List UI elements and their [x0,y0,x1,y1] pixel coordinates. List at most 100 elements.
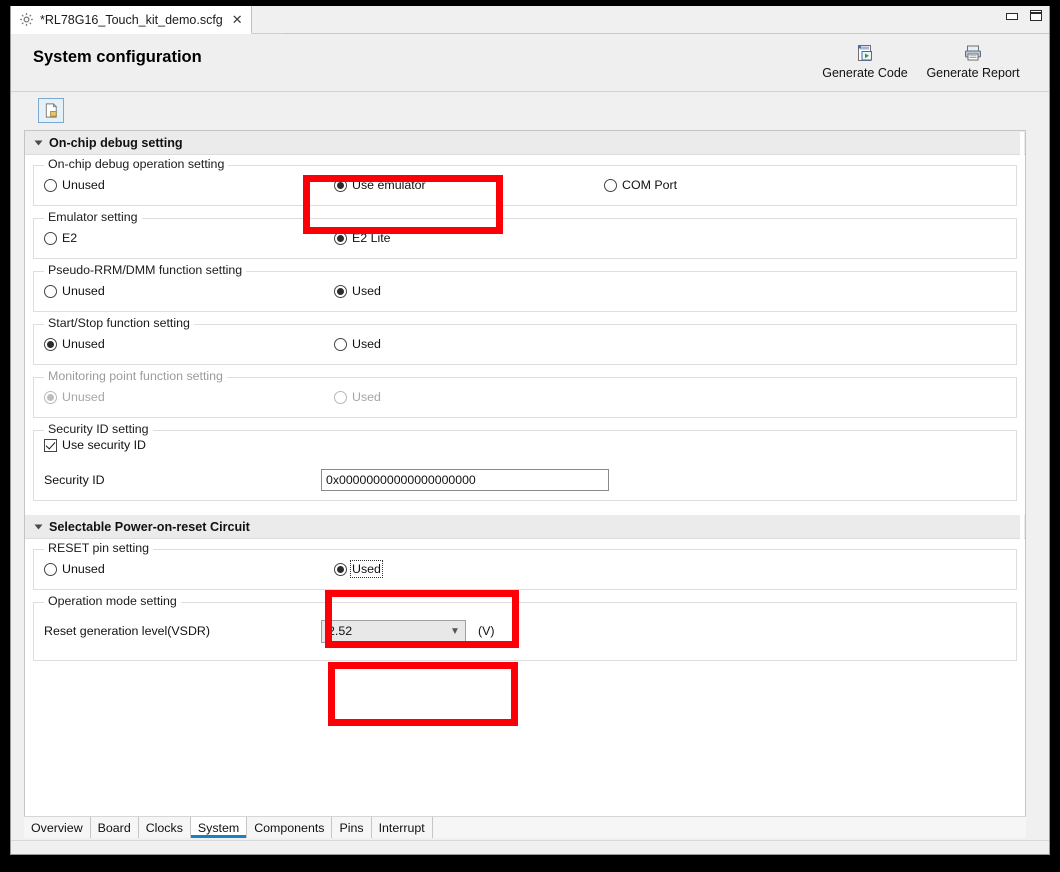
chevron-down-icon: ▼ [450,625,460,637]
tab-label: Overview [31,820,83,835]
group-border-line [34,549,1016,550]
group-row: Unused Used [34,324,1016,364]
generate-report-icon [919,42,1027,64]
group-row: E2 E2 Lite [34,218,1016,258]
radio-on-chip-debug-unused[interactable]: Unused [44,178,334,192]
reset-generation-level-highlight [328,662,518,726]
editor-tab-bar: *RL78G16_Touch_kit_demo.scfg ✕ [11,6,1049,34]
group-legend: Monitoring point function setting [44,369,227,383]
group-monitoring-point-function-setting: Monitoring point function setting Unused… [33,369,1017,418]
radio-label: Used [352,390,381,404]
window-bottom-strip [11,840,1049,854]
radio-label: Used [350,560,383,578]
chevron-down-icon [34,140,43,145]
radio-start-stop-used[interactable]: Used [334,337,381,351]
reset-generation-level-label: Reset generation level(VSDR) [44,624,210,638]
section-header-on-chip-debug[interactable]: On-chip debug setting [25,131,1025,155]
group-emulator-setting: Emulator setting E2 E2 Lite [33,210,1017,259]
group-border-line [34,218,1016,219]
radio-indicator [44,337,57,351]
radio-label: Use emulator [352,178,426,192]
radio-label: Used [352,337,381,351]
radio-pseudo-rrm-unused[interactable]: Unused [44,284,334,298]
group-legend: On-chip debug operation setting [44,157,229,171]
minimize-icon[interactable] [1005,9,1019,22]
group-border-line [34,430,1016,431]
page-title: System configuration [33,48,202,66]
radio-monitoring-point-used: Used [334,390,381,404]
radio-indicator [334,562,347,576]
group-legend: Emulator setting [44,210,142,224]
group-legend: RESET pin setting [44,541,154,555]
checkbox-use-security-id[interactable]: Use security ID [44,438,146,452]
tab-label: Interrupt [378,820,425,835]
maximize-icon[interactable] [1029,9,1043,22]
gear-icon [19,12,34,27]
radio-on-chip-debug-use-emulator[interactable]: Use emulator [334,178,604,192]
tab-clocks[interactable]: Clocks [138,817,191,838]
group-reset-pin-setting: RESET pin setting Unused Used [33,541,1017,590]
section-header-selectable-power-on-reset[interactable]: Selectable Power-on-reset Circuit [25,515,1025,539]
tab-bar-filler [432,817,1026,838]
group-security-id-setting: Security ID setting Use security ID Secu… [33,422,1017,501]
tab-overview[interactable]: Overview [24,817,91,838]
vertical-scrollbar[interactable] [1020,132,1024,815]
tab-system[interactable]: System [190,817,248,838]
close-icon[interactable]: ✕ [232,13,243,26]
radio-pseudo-rrm-used[interactable]: Used [334,284,381,298]
generate-code-button[interactable]: Generate Code [811,40,919,80]
chevron-down-icon [34,524,43,529]
tab-interrupt[interactable]: Interrupt [371,817,433,838]
window-controls [1005,9,1043,22]
group-legend: Security ID setting [44,422,153,436]
group-row: Unused Used [34,377,1016,417]
tab-board[interactable]: Board [90,817,139,838]
group-row: Unused Used [34,549,1016,589]
editor-tab-scfg[interactable]: *RL78G16_Touch_kit_demo.scfg ✕ [11,6,252,34]
reset-generation-level-combo[interactable]: 2.52 ▼ [321,619,466,643]
group-on-chip-debug-operation-setting: On-chip debug operation setting Unused U… [33,157,1017,206]
radio-label: Used [352,284,381,298]
radio-label: Unused [62,562,105,576]
checkbox-label: Use security ID [62,438,146,452]
tab-label: Clocks [145,820,183,835]
radio-indicator [44,284,57,298]
radio-indicator [334,231,347,245]
radio-label: E2 Lite [352,231,391,245]
generate-code-icon [811,42,919,64]
radio-indicator [334,178,347,192]
settings-scroll-area[interactable]: On-chip debug setting On-chip debug oper… [24,130,1026,817]
editor-tab-title: *RL78G16_Touch_kit_demo.scfg [40,12,223,27]
generate-report-button[interactable]: Generate Report [919,40,1027,80]
generate-report-label: Generate Report [926,66,1020,80]
radio-emulator-e2-lite[interactable]: E2 Lite [334,231,391,245]
radio-indicator [44,562,57,576]
radio-label: Unused [62,337,105,351]
group-start-stop-function-setting: Start/Stop function setting Unused Used [33,316,1017,365]
radio-reset-pin-used[interactable]: Used [334,560,383,578]
radio-reset-pin-unused[interactable]: Unused [44,562,334,576]
group-legend: Pseudo-RRM/DMM function setting [44,263,247,277]
radio-start-stop-unused[interactable]: Unused [44,337,334,351]
radio-on-chip-debug-com-port[interactable]: COM Port [604,178,677,192]
group-row: Unused Used [34,271,1016,311]
radio-indicator [44,231,57,245]
tab-label: Board [97,820,131,835]
radio-emulator-e2[interactable]: E2 [44,231,334,245]
group-operation-mode-setting: Operation mode setting Reset generation … [33,594,1017,661]
bottom-tab-bar: Overview Board Clocks System Components … [24,816,1026,838]
tab-label: Components [254,820,325,835]
page-header: System configuration Generate Code Gener… [11,34,1049,92]
tab-pins[interactable]: Pins [332,817,372,838]
tab-components[interactable]: Components [247,817,333,838]
group-border-line [34,602,1016,603]
generate-code-label: Generate Code [822,66,908,80]
new-document-icon[interactable] [38,97,64,123]
group-row: Unused Use emulator COM Port [34,165,1016,205]
group-pseudo-rrm-dmm-function-setting: Pseudo-RRM/DMM function setting Unused U… [33,263,1017,312]
radio-indicator [44,178,57,192]
tab-label: System [197,820,240,835]
security-id-input[interactable]: 0x00000000000000000000 [321,469,609,491]
radio-label: E2 [62,231,78,245]
radio-indicator [44,390,57,404]
